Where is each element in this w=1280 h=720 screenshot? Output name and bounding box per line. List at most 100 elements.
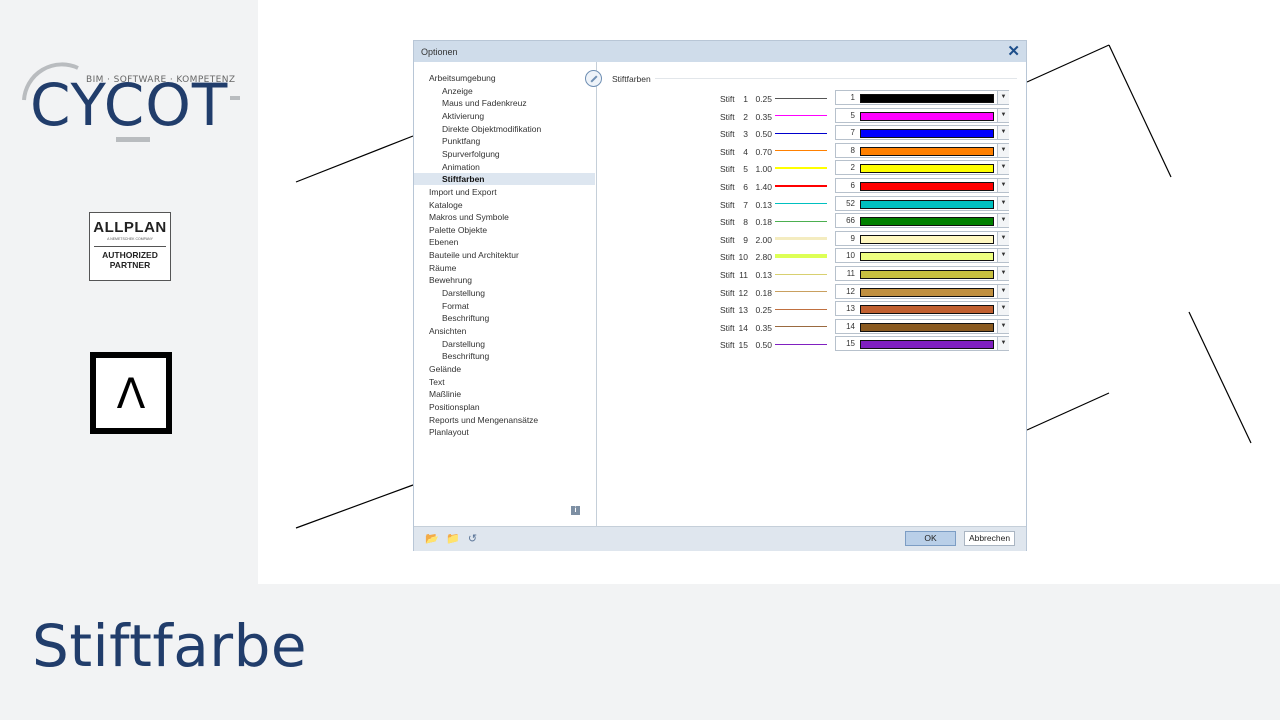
chevron-down-icon[interactable]: ▼ <box>997 196 1009 210</box>
pen-color-dropdown[interactable]: 52 ▼ <box>835 195 1009 211</box>
tree-item[interactable]: Beschriftung <box>442 312 489 324</box>
slide-title: Stiftfarbe <box>32 612 308 680</box>
tree-item[interactable]: Anzeige <box>442 85 473 97</box>
pen-number: 8 <box>743 217 748 228</box>
chevron-down-icon[interactable]: ▼ <box>997 161 1009 175</box>
color-swatch <box>860 305 994 315</box>
tree-item[interactable]: Makros und Symbole <box>429 211 509 223</box>
info-icon[interactable]: i <box>571 506 580 515</box>
tree-item[interactable]: Beschriftung <box>442 350 489 362</box>
allplan-subtitle: A NEMETSCHEK COMPANY <box>107 237 153 241</box>
chevron-down-icon[interactable]: ▼ <box>997 108 1009 122</box>
deco-line <box>295 135 414 183</box>
tree-item[interactable]: Aktivierung <box>442 110 484 122</box>
tree-item[interactable]: Positionsplan <box>429 401 480 413</box>
color-swatch <box>860 287 994 297</box>
pen-color-dropdown[interactable]: 5 ▼ <box>835 107 1009 123</box>
cancel-button[interactable]: Abbrechen <box>964 531 1015 546</box>
tree-item[interactable]: Bewehrung <box>429 274 472 286</box>
pen-color-dropdown[interactable]: 1 ▼ <box>835 90 1009 105</box>
chevron-down-icon[interactable]: ▼ <box>997 214 1009 228</box>
chevron-down-icon[interactable]: ▼ <box>997 231 1009 245</box>
pen-color-dropdown[interactable]: 14 ▼ <box>835 318 1009 334</box>
pen-number: 6 <box>743 182 748 192</box>
chevron-down-icon[interactable]: ▼ <box>997 126 1009 140</box>
chevron-down-icon[interactable]: ▼ <box>997 249 1009 263</box>
tree-item[interactable]: Darstellung <box>442 287 485 299</box>
tree-item[interactable]: Maßlinie <box>429 388 461 400</box>
tree-item[interactable]: Kataloge <box>429 199 463 211</box>
tree-item[interactable]: Direkte Objektmodifikation <box>442 123 541 135</box>
tree-item[interactable]: Import und Export <box>429 186 497 198</box>
tree-item[interactable]: Punktfang <box>442 135 480 147</box>
pen-line-preview <box>775 220 827 222</box>
tree-item[interactable]: Darstellung <box>442 338 485 350</box>
pen-line-preview <box>775 291 827 293</box>
color-number: 7 <box>850 128 855 138</box>
pen-number: 1 <box>743 94 748 104</box>
pen-color-dropdown[interactable]: 8 ▼ <box>835 142 1009 158</box>
chevron-down-icon[interactable]: ▼ <box>997 143 1009 157</box>
pen-color-dropdown[interactable]: 6 ▼ <box>835 178 1009 193</box>
pen-line-preview <box>775 343 827 345</box>
tree-item[interactable]: Maus und Fadenkreuz <box>442 97 527 109</box>
pen-width: 0.25 <box>755 305 772 316</box>
tree-item[interactable]: Bauteile und Architektur <box>429 249 519 261</box>
save-folder-icon[interactable]: 📁 <box>446 534 460 545</box>
color-number: 52 <box>846 198 855 208</box>
allplan-authorized-partner: AUTHORIZED PARTNER <box>102 250 158 270</box>
pen-color-dropdown[interactable]: 11 ▼ <box>835 266 1009 281</box>
tree-item[interactable]: Palette Objekte <box>429 224 487 236</box>
chevron-down-icon[interactable]: ▼ <box>997 319 1009 333</box>
pen-number: 12 <box>738 287 748 298</box>
pen-color-dropdown[interactable]: 2 ▼ <box>835 160 1009 176</box>
tree-item[interactable]: Ansichten <box>429 325 466 337</box>
close-icon[interactable]: ✕ <box>1007 43 1020 60</box>
chevron-down-icon[interactable]: ▼ <box>997 91 1009 104</box>
pen-color-dropdown[interactable]: 66 ▼ <box>835 213 1009 229</box>
chevron-down-icon[interactable]: ▼ <box>997 337 1009 351</box>
color-number: 66 <box>846 216 855 226</box>
pen-width: 2.00 <box>755 234 772 245</box>
open-folder-icon[interactable]: 📂 <box>425 534 439 545</box>
pen-color-dropdown[interactable]: 12 ▼ <box>835 283 1009 299</box>
tree-item[interactable]: Spurverfolgung <box>442 148 500 160</box>
pen-color-dropdown[interactable]: 15 ▼ <box>835 336 1009 352</box>
color-swatch <box>860 234 994 244</box>
color-swatch <box>860 111 994 121</box>
tree-item[interactable]: Reports und Mengenansätze <box>429 414 538 426</box>
tree-item[interactable]: Planlayout <box>429 426 469 438</box>
ok-button[interactable]: OK <box>905 531 956 546</box>
pen-row: Stift 14 0.35 14 ▼ <box>597 318 1027 336</box>
pen-width: 1.40 <box>755 182 772 192</box>
dialog-titlebar[interactable]: Optionen ✕ <box>414 41 1026 62</box>
pen-color-dropdown[interactable]: 13 ▼ <box>835 301 1009 317</box>
pen-line-preview <box>775 308 827 310</box>
pen-line-preview <box>775 115 827 117</box>
tree-item[interactable]: Animation <box>442 161 480 173</box>
reset-icon[interactable]: ↺ <box>467 534 478 545</box>
chevron-down-icon[interactable]: ▼ <box>997 302 1009 316</box>
pen-color-dropdown[interactable]: 7 ▼ <box>835 125 1009 141</box>
tree-item[interactable]: Stiftfarben <box>414 173 595 186</box>
tree-item[interactable]: Arbeitsumgebung <box>429 72 496 84</box>
chevron-down-icon[interactable]: ▼ <box>997 267 1009 280</box>
allplan-badge: ALLPLAN A NEMETSCHEK COMPANY AUTHORIZED … <box>89 212 171 281</box>
color-number: 6 <box>850 181 855 190</box>
tree-item[interactable]: Format <box>442 300 469 312</box>
color-number: 8 <box>850 145 855 155</box>
tree-item[interactable]: Ebenen <box>429 236 458 248</box>
tree-item[interactable]: Text <box>429 376 445 388</box>
pen-color-dropdown[interactable]: 10 ▼ <box>835 248 1009 264</box>
pen-line-preview <box>775 237 827 241</box>
chevron-down-icon[interactable]: ▼ <box>997 284 1009 298</box>
pen-row: Stift 7 0.13 52 ▼ <box>597 195 1027 213</box>
color-number: 5 <box>850 110 855 120</box>
color-number: 11 <box>846 269 855 278</box>
pen-width: 0.18 <box>755 217 772 228</box>
tree-item[interactable]: Gelände <box>429 363 461 375</box>
pen-color-dropdown[interactable]: 9 ▼ <box>835 230 1009 246</box>
chevron-down-icon[interactable]: ▼ <box>997 179 1009 192</box>
tree-item[interactable]: Räume <box>429 262 456 274</box>
color-swatch <box>860 146 994 156</box>
